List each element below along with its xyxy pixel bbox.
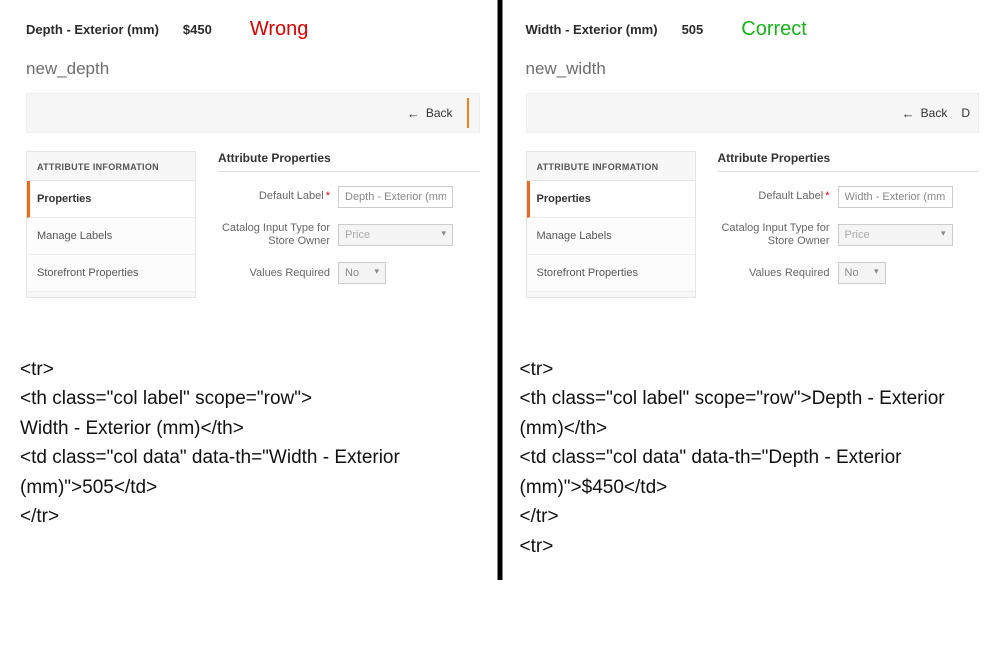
toolbar: ← Back D (526, 93, 980, 133)
sidebar: ATTRIBUTE INFORMATION Properties Manage … (526, 151, 696, 298)
attribute-value: 505 (682, 22, 704, 37)
sidebar: ATTRIBUTE INFORMATION Properties Manage … (26, 151, 196, 298)
form-label-values-required: Values Required (718, 267, 838, 280)
arrow-left-icon: ← (407, 106, 420, 121)
verdict-label: Correct (741, 18, 807, 41)
required-asterisk: * (326, 190, 330, 202)
sidebar-item-storefront-properties[interactable]: Storefront Properties (527, 255, 695, 292)
form-row-catalog-input: Catalog Input Type for Store Owner Price (218, 222, 480, 248)
toolbar: ← Back (26, 93, 480, 133)
verdict-label: Wrong (250, 18, 309, 41)
attribute-properties-panel: Attribute Properties Default Label* Cata… (718, 151, 980, 298)
sidebar-item-properties[interactable]: Properties (527, 181, 695, 218)
right-pane: Width - Exterior (mm) 505 Correct new_wi… (500, 0, 999, 651)
form-row-default-label: Default Label* (718, 186, 980, 208)
sidebar-header: ATTRIBUTE INFORMATION (27, 152, 195, 181)
back-button-label: Back (921, 106, 948, 120)
form-row-values-required: Values Required No (718, 262, 980, 284)
back-button[interactable]: ← Back (894, 102, 956, 125)
form-label-catalog-input: Catalog Input Type for Store Owner (218, 222, 338, 248)
attribute-value: $450 (183, 22, 212, 37)
attribute-code-title: new_width (526, 59, 980, 79)
attribute-code-title: new_depth (26, 59, 480, 79)
values-required-select[interactable]: No (838, 262, 886, 284)
arrow-left-icon: ← (902, 106, 915, 121)
attribute-row: Width - Exterior (mm) 505 Correct (526, 18, 980, 41)
left-pane: Depth - Exterior (mm) $450 Wrong new_dep… (0, 0, 500, 651)
attribute-properties-panel: Attribute Properties Default Label* Cata… (218, 151, 480, 298)
form-label-default-label: Default Label* (718, 190, 838, 203)
catalog-input-select[interactable]: Price (838, 224, 953, 246)
code-snippet: <tr> <th class="col label" scope="row"> … (20, 355, 485, 532)
back-button-label: Back (426, 106, 453, 120)
sidebar-header: ATTRIBUTE INFORMATION (527, 152, 695, 181)
required-asterisk: * (825, 190, 829, 202)
back-button[interactable]: ← Back (399, 102, 461, 125)
attribute-properties-title: Attribute Properties (218, 151, 480, 172)
toolbar-edge-cut (467, 98, 471, 128)
sidebar-item-storefront-properties[interactable]: Storefront Properties (27, 255, 195, 292)
attribute-label: Depth - Exterior (mm) (26, 22, 159, 37)
default-label-input[interactable] (838, 186, 953, 208)
attribute-row: Depth - Exterior (mm) $450 Wrong (26, 18, 480, 41)
default-label-input[interactable] (338, 186, 453, 208)
form-row-catalog-input: Catalog Input Type for Store Owner Price (718, 222, 980, 248)
form-label-values-required: Values Required (218, 267, 338, 280)
vertical-divider (497, 0, 502, 580)
sidebar-item-manage-labels[interactable]: Manage Labels (527, 218, 695, 255)
form-label-default-label: Default Label* (218, 190, 338, 203)
sidebar-item-manage-labels[interactable]: Manage Labels (27, 218, 195, 255)
values-required-select[interactable]: No (338, 262, 386, 284)
attribute-label: Width - Exterior (mm) (526, 22, 658, 37)
catalog-input-select[interactable]: Price (338, 224, 453, 246)
form-label-catalog-input: Catalog Input Type for Store Owner (718, 222, 838, 248)
form-row-values-required: Values Required No (218, 262, 480, 284)
form-row-default-label: Default Label* (218, 186, 480, 208)
sidebar-item-properties[interactable]: Properties (27, 181, 195, 218)
code-snippet: <tr> <th class="col label" scope="row">D… (520, 355, 985, 561)
toolbar-edge-letter: D (961, 106, 970, 120)
attribute-properties-title: Attribute Properties (718, 151, 980, 172)
